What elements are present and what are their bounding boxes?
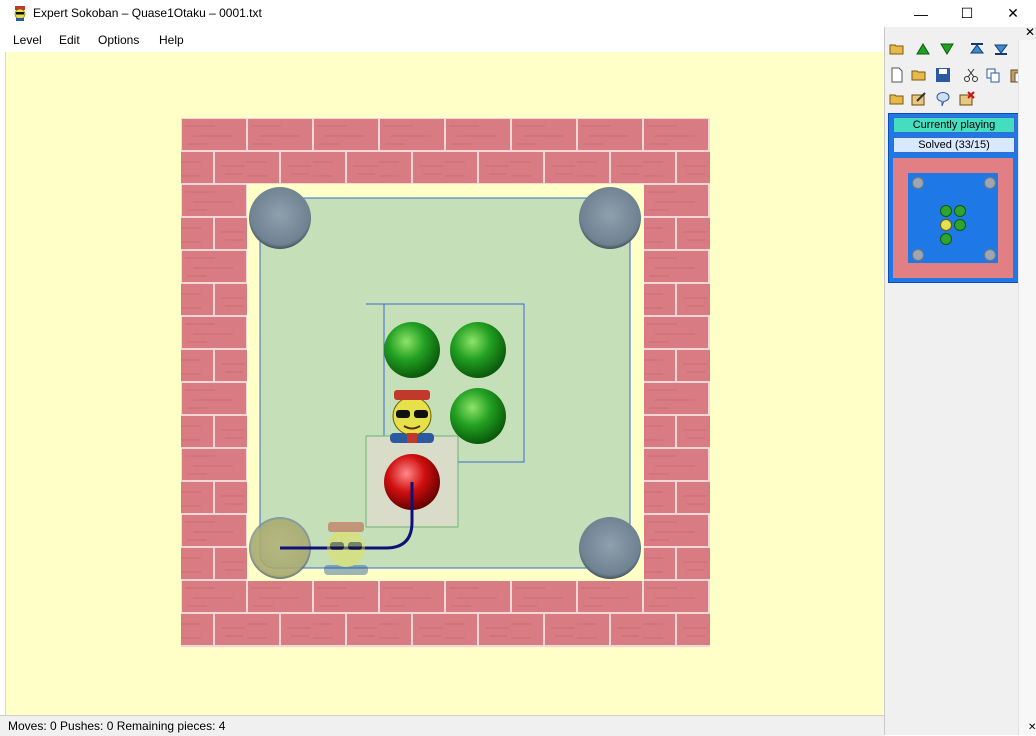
thumbnail-gem: [940, 205, 952, 217]
level-up-icon[interactable]: [913, 39, 933, 59]
player-character[interactable]: [390, 390, 434, 443]
folder-icon[interactable]: [887, 89, 907, 109]
title-bar: Expert Sokoban – Quase1Otaku – 0001.txt …: [0, 0, 1036, 27]
delete-icon[interactable]: [957, 89, 977, 109]
level-card[interactable]: Currently playing Solved (33/15): [888, 113, 1020, 283]
resize-grip-icon[interactable]: ✕: [1028, 722, 1036, 733]
first-level-icon[interactable]: [967, 39, 987, 59]
last-level-icon[interactable]: [991, 39, 1011, 59]
minimize-button[interactable]: —: [898, 0, 944, 27]
thumbnail-gem: [940, 233, 952, 245]
menu-bar: Level Edit Options Help: [0, 30, 882, 50]
open-folder-icon[interactable]: [909, 65, 929, 85]
thumbnail-goal: [984, 177, 996, 189]
window-title: Expert Sokoban – Quase1Otaku – 0001.txt: [33, 6, 262, 20]
edit-icon[interactable]: [909, 89, 929, 109]
panel-close-button[interactable]: ✕: [1025, 25, 1035, 39]
cut-icon[interactable]: [961, 65, 981, 85]
green-gem[interactable]: [450, 388, 506, 444]
menu-edit[interactable]: Edit: [59, 33, 80, 47]
currently-playing-badge: Currently playing: [893, 117, 1015, 133]
save-icon[interactable]: [933, 65, 953, 85]
menu-help[interactable]: Help: [159, 33, 184, 47]
menu-level[interactable]: Level: [13, 33, 42, 47]
open-icon[interactable]: [887, 39, 907, 59]
menu-options[interactable]: Options: [98, 33, 139, 47]
comment-icon[interactable]: [933, 89, 953, 109]
app-icon: [14, 6, 26, 21]
thumbnail-gem: [954, 219, 966, 231]
level-thumbnail[interactable]: [893, 158, 1013, 278]
game-board-area[interactable]: [5, 52, 883, 715]
thumbnail-gem: [954, 205, 966, 217]
game-board[interactable]: [6, 52, 883, 715]
copy-icon[interactable]: [983, 65, 1003, 85]
thumbnail-goal: [912, 177, 924, 189]
maximize-button[interactable]: ☐: [944, 0, 990, 27]
status-bar: Moves: 0 Pushes: 0 Remaining pieces: 4: [0, 715, 884, 736]
close-button[interactable]: ✕: [990, 0, 1036, 27]
thumbnail-player: [940, 219, 952, 231]
vertical-scrollbar[interactable]: [1018, 40, 1036, 735]
goal-tile: [579, 187, 641, 249]
level-down-icon[interactable]: [937, 39, 957, 59]
goal-tile: [249, 187, 311, 249]
new-icon[interactable]: [887, 65, 907, 85]
thumbnail-goal: [912, 249, 924, 261]
ghost-player: [324, 522, 368, 575]
solved-badge: Solved (33/15): [893, 137, 1015, 153]
green-gem[interactable]: [384, 322, 440, 378]
goal-tile: [579, 517, 641, 579]
side-panel: ✕ Currently playing Solved (33/15): [884, 25, 1036, 735]
thumbnail-goal: [984, 249, 996, 261]
green-gem[interactable]: [450, 322, 506, 378]
status-text: Moves: 0 Pushes: 0 Remaining pieces: 4: [8, 719, 226, 733]
